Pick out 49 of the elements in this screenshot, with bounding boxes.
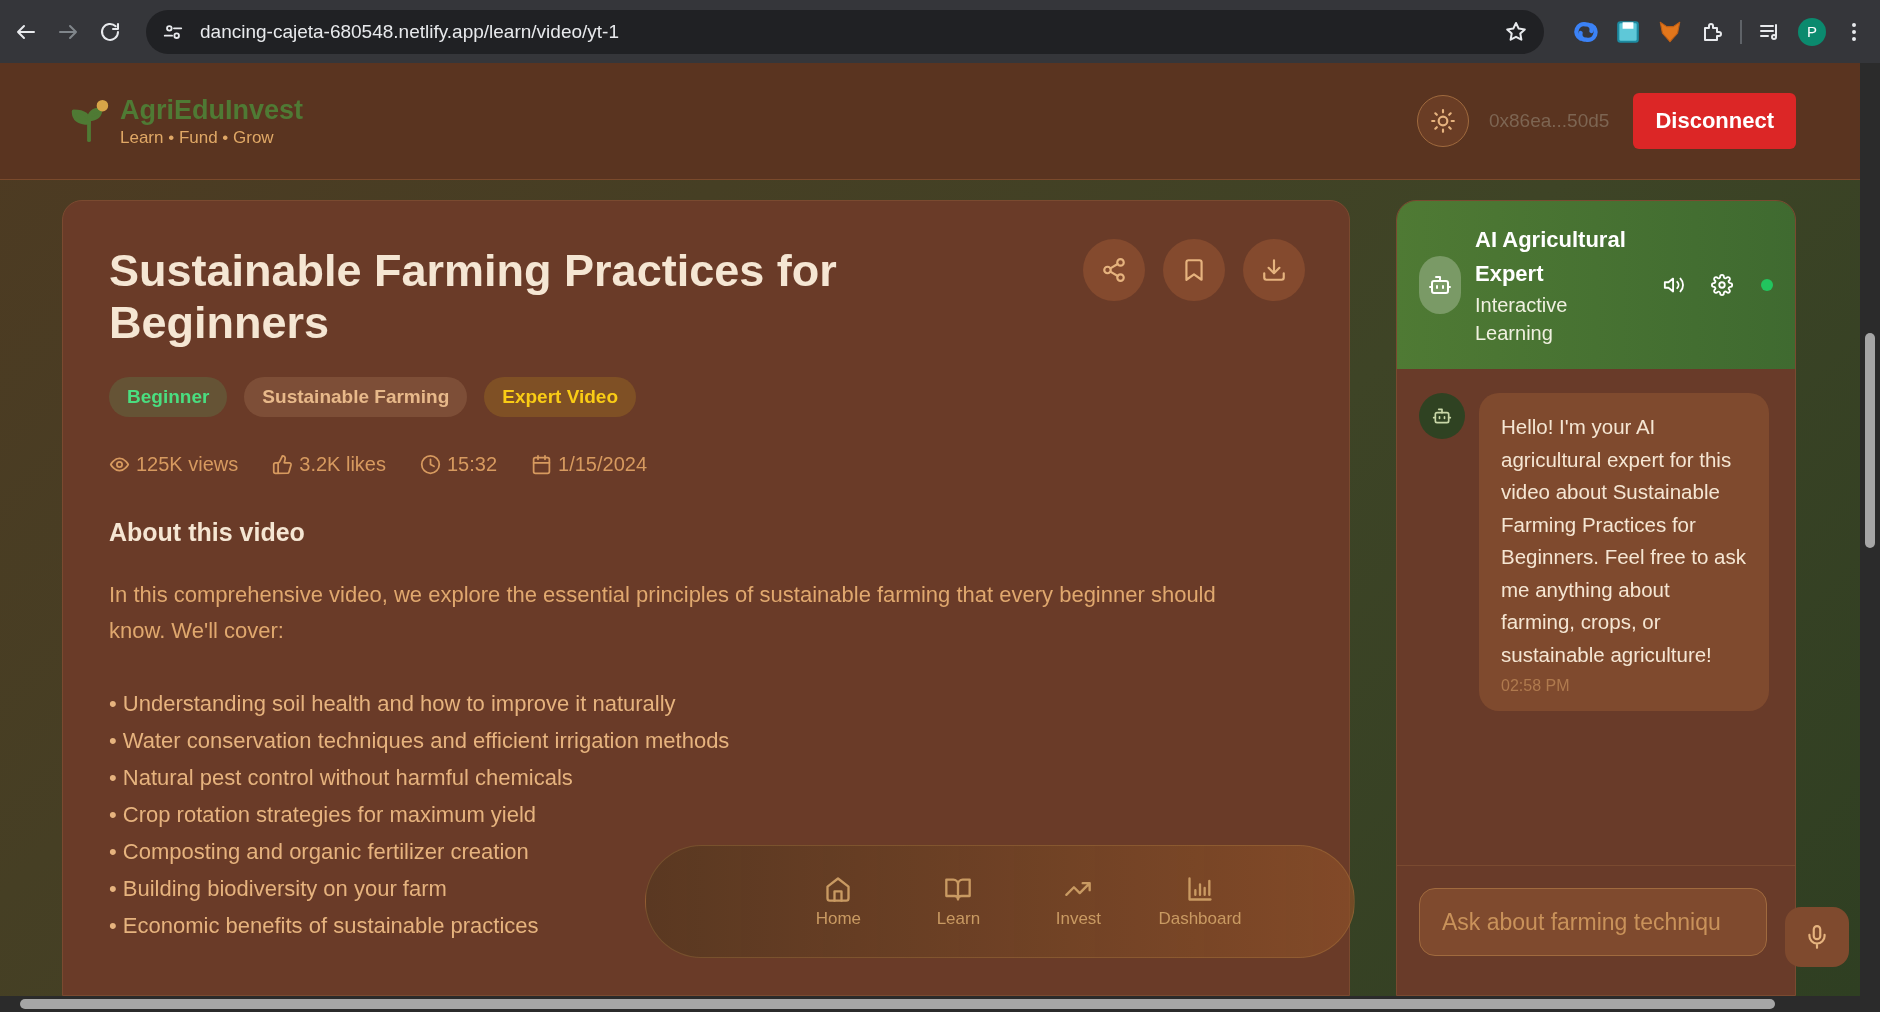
video-stat: 15:32 (447, 453, 498, 476)
video-stat: 3.2K likes (299, 453, 386, 476)
video-stat: 1/15/2024 (558, 453, 648, 476)
video-stat: 125K views (136, 453, 239, 476)
list-item: • Natural pest control without harmful chemicals (109, 764, 573, 792)
nav-item[interactable]: Invest (1038, 874, 1119, 929)
bookmark-star-icon[interactable] (1504, 19, 1528, 44)
bar-chart-icon (1186, 874, 1214, 903)
brand-name: AgriEduInvest (120, 94, 304, 126)
address-bar[interactable]: dancing-cajeta-680548.netlify.app/learn/video/yt-1 (146, 9, 1544, 54)
theme-toggle-button[interactable] (1416, 95, 1469, 147)
settings-icon (1711, 274, 1733, 296)
tag: Expert Video (484, 377, 637, 417)
profile-avatar[interactable]: P (1798, 17, 1826, 46)
list-item: • Water conservation techniques and efficient irrigation methods (109, 727, 730, 755)
nav-item[interactable]: Home (798, 874, 879, 929)
section-heading: About this video (109, 518, 306, 547)
share-icon (1101, 257, 1127, 283)
calendar-icon (531, 454, 553, 475)
vertical-scrollbar[interactable] (1860, 63, 1880, 996)
thumbs-up-icon (272, 454, 294, 475)
robot-icon (1432, 406, 1452, 426)
tag: Beginner (109, 377, 228, 417)
tag: Sustainable Farming (244, 377, 468, 417)
list-item: • Economic benefits of sustainable practices (109, 912, 539, 940)
nav-item[interactable]: Learn (918, 874, 999, 929)
horizontal-scrollbar[interactable] (0, 996, 1880, 1012)
list-item: • Understanding soil health and how to improve it naturally (109, 690, 676, 718)
list-item: • Crop rotation strategies for maximum yield (109, 801, 537, 829)
message-text: Hello! I'm your AI agricultural expert for this video about Sustainable Farming Practices for Beginners. Feel free to ask me anything about farming, crops, or sustainable agriculture! (1501, 414, 1747, 668)
chat-subtitle: Interactive Learning (1475, 293, 1569, 346)
chat-title: AI Agricultural Expert (1475, 226, 1627, 288)
disconnect-button[interactable]: Disconnect (1633, 93, 1796, 149)
home-icon (824, 874, 853, 903)
video-title: Sustainable Farming Practices for Beginners (109, 245, 838, 349)
url-text[interactable]: dancing-cajeta-680548.netlify.app/learn/video/yt-1 (200, 20, 1488, 43)
description-text: In this comprehensive video, we explore the essential principles of sustainable farming that every beginner should know. We'll cover: (109, 581, 1217, 645)
list-item: • Composting and organic fertilizer creation (109, 838, 529, 866)
brand-tagline: Learn • Fund • Grow (120, 127, 275, 148)
download-icon (1261, 257, 1287, 283)
sun-icon (1429, 108, 1456, 134)
clock-icon (420, 454, 441, 475)
robot-icon (1428, 273, 1452, 297)
chat-input[interactable]: Ask about farming techniqu (1419, 888, 1767, 956)
nav-item[interactable]: Dashboard (1158, 874, 1242, 929)
microphone-button[interactable] (1785, 907, 1849, 967)
scrollbar-thumb[interactable] (20, 999, 1775, 1009)
scrollbar-thumb[interactable] (1865, 333, 1875, 548)
list-item: • Building biodiversity on your farm (109, 875, 447, 903)
